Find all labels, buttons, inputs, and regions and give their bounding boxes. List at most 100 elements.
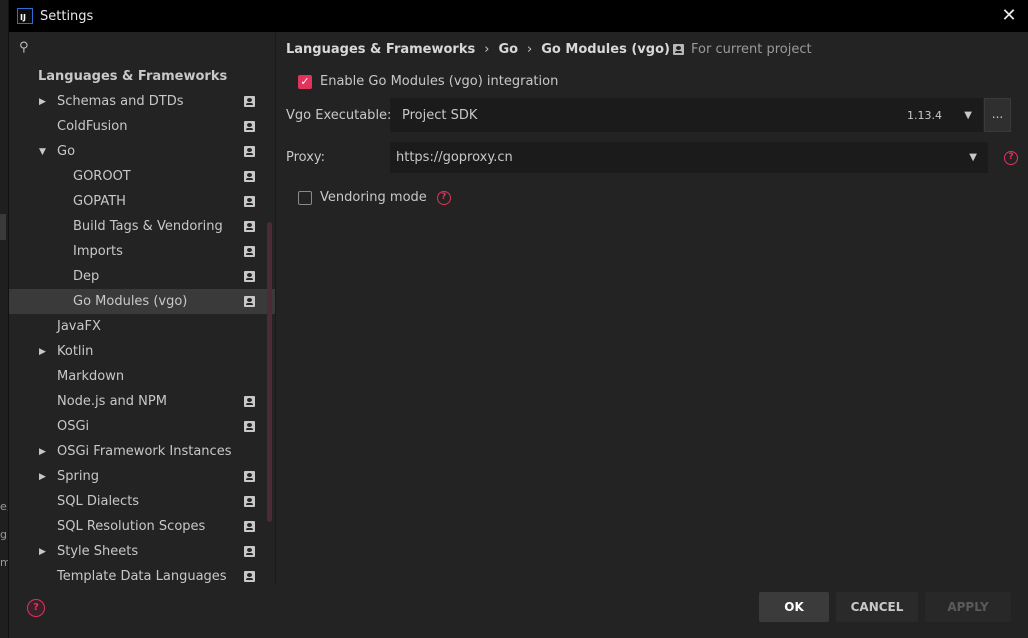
tree-item-go-modules[interactable]: Go Modules (vgo) [9,289,275,314]
tree-item-label: Kotlin [57,344,94,359]
proxy-label: Proxy: [286,150,326,165]
proxy-combo[interactable]: https://goproxy.cn ▼ [390,142,988,173]
settings-content: Languages & Frameworks › Go › Go Modules… [276,32,1028,584]
tree-item-kotlin[interactable]: ▶ Kotlin [9,339,275,364]
chevron-down-icon[interactable]: ▼ [969,152,977,163]
project-scope-icon [244,171,255,182]
tree-item-label: SQL Resolution Scopes [57,519,206,534]
tree-item-label: GOROOT [73,169,131,184]
close-icon[interactable]: ✕ [999,6,1019,26]
expand-arrow-icon[interactable]: ▶ [39,447,49,457]
sdk-version: 1.13.4 [907,108,942,122]
vendoring-checkbox-row[interactable]: Vendoring mode ? [298,190,451,205]
tree-item-label: Go [57,144,76,159]
search-row: ⚲ [9,32,275,64]
title-bar[interactable]: IJ Settings ✕ [9,0,1028,32]
scope-indicator: For current project [673,42,812,57]
apply-button[interactable]: APPLY [925,592,1011,622]
breadcrumb-separator-icon: › [527,41,533,57]
project-scope-icon [244,421,255,432]
tree-item-label: Go Modules (vgo) [73,294,188,309]
breadcrumb: Languages & Frameworks › Go › Go Modules… [286,40,670,58]
settings-tree: Languages & Frameworks ▶ Schemas and DTD… [9,64,275,584]
project-scope-icon [244,471,255,482]
tree-item-build-tags[interactable]: Build Tags & Vendoring [9,214,275,239]
tree-item-label: Template Data Languages [57,569,227,584]
project-scope-icon [244,121,255,132]
background-ide-strip [0,0,8,638]
tree-header-label: Languages & Frameworks [38,69,228,84]
project-scope-icon [244,546,255,557]
tree-item-label: Schemas and DTDs [57,94,184,109]
vendoring-label: Vendoring mode [320,190,427,205]
cancel-button[interactable]: CANCEL [836,592,918,622]
tree-item-label: JavaFX [57,319,101,334]
background-ide-marker [0,214,6,240]
tree-item-template-data-languages[interactable]: Template Data Languages [9,564,275,584]
tree-item-sql-resolution-scopes[interactable]: SQL Resolution Scopes [9,514,275,539]
dialog-footer: ? OK CANCEL APPLY [9,584,1028,638]
vgo-executable-value: Project SDK [402,107,478,123]
project-scope-icon [244,496,255,507]
expand-arrow-icon[interactable]: ▶ [39,547,49,557]
tree-item-label: Style Sheets [57,544,139,559]
tree-item-osgi[interactable]: OSGi [9,414,275,439]
breadcrumb-item[interactable]: Languages & Frameworks [286,42,475,57]
tree-item-label: OSGi [57,419,90,434]
tree-item-label: Spring [57,469,99,484]
sidebar-scrollbar[interactable] [267,222,272,522]
tree-item-gopath[interactable]: GOPATH [9,189,275,214]
browse-button[interactable]: ... [984,98,1011,132]
expand-arrow-icon[interactable]: ▶ [39,97,49,107]
proxy-value[interactable]: https://goproxy.cn [396,150,513,165]
tree-item-markdown[interactable]: Markdown [9,364,275,389]
tree-item-sql-dialects[interactable]: SQL Dialects [9,489,275,514]
expand-arrow-icon[interactable]: ▶ [39,472,49,482]
search-input[interactable] [37,37,257,59]
settings-sidebar: ⚲ Languages & Frameworks ▶ Schemas and D… [9,32,275,584]
tree-item-label: ColdFusion [57,119,128,134]
tree-item-imports[interactable]: Imports [9,239,275,264]
settings-dialog: IJ Settings ✕ ⚲ Languages & Frameworks ▶… [8,0,1028,638]
intellij-logo-icon: IJ [17,8,33,24]
scope-label: For current project [691,42,812,57]
collapse-arrow-icon[interactable]: ▼ [39,147,49,157]
breadcrumb-item[interactable]: Go [498,42,518,57]
tree-item-label: Node.js and NPM [57,394,167,409]
enable-vgo-checkbox-row[interactable]: ✓ Enable Go Modules (vgo) integration [298,74,558,89]
project-scope-icon [244,271,255,282]
tree-item-style-sheets[interactable]: ▶ Style Sheets [9,539,275,564]
project-scope-icon [244,146,255,157]
expand-arrow-icon[interactable]: ▶ [39,347,49,357]
tree-item-schemas-dtds[interactable]: ▶ Schemas and DTDs [9,89,275,114]
tree-item-spring[interactable]: ▶ Spring [9,464,275,489]
vgo-executable-label: Vgo Executable: [286,108,392,123]
project-scope-icon [673,44,684,55]
breadcrumb-item-current: Go Modules (vgo) [541,41,670,57]
tree-item-go[interactable]: ▼ Go [9,139,275,164]
ok-button[interactable]: OK [759,592,829,622]
tree-item-osgi-framework-instances[interactable]: ▶ OSGi Framework Instances [9,439,275,464]
project-scope-icon [244,221,255,232]
enable-vgo-checkbox[interactable]: ✓ [298,74,312,89]
vgo-executable-combo[interactable]: Project SDK 1.13.4 ▼ [390,98,983,132]
project-scope-icon [244,396,255,407]
tree-header-languages-frameworks[interactable]: Languages & Frameworks [9,64,275,89]
tree-item-dep[interactable]: Dep [9,264,275,289]
vendoring-checkbox[interactable] [298,190,312,205]
help-icon[interactable]: ? [27,599,45,617]
tree-item-nodejs-npm[interactable]: Node.js and NPM [9,389,275,414]
tree-item-label: Dep [73,269,100,284]
enable-vgo-label: Enable Go Modules (vgo) integration [320,74,559,89]
proxy-help-icon[interactable]: ? [1004,151,1018,165]
project-scope-icon [244,296,255,307]
project-scope-icon [244,571,255,582]
vendoring-help-icon[interactable]: ? [436,190,451,205]
project-scope-icon [244,246,255,257]
tree-item-goroot[interactable]: GOROOT [9,164,275,189]
tree-item-coldfusion[interactable]: ColdFusion [9,114,275,139]
tree-item-javafx[interactable]: JavaFX [9,314,275,339]
chevron-down-icon[interactable]: ▼ [964,110,972,121]
project-scope-icon [244,96,255,107]
search-icon: ⚲ [19,40,29,55]
